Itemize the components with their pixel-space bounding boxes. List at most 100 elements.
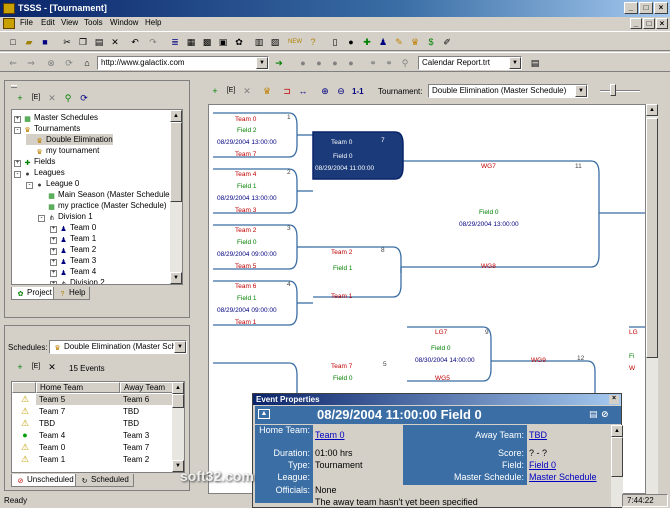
settings-icon[interactable]: ✿ — [232, 35, 246, 49]
g12-top[interactable]: WG9 — [531, 357, 546, 364]
record-icon[interactable]: ● — [296, 56, 310, 70]
cut-icon[interactable]: ✂ — [60, 35, 74, 49]
edit-e-icon[interactable]: [E] — [29, 91, 43, 105]
event-home-team[interactable]: Team 0 — [36, 442, 120, 453]
report-icon[interactable]: ▤ — [528, 56, 542, 70]
menu-edit[interactable]: Edit — [41, 18, 55, 27]
g11-top[interactable]: WG7 — [481, 163, 496, 170]
g7-bottom[interactable]: WG2 — [335, 181, 350, 188]
away-team-link[interactable]: TBD — [529, 430, 547, 440]
bracket-trophy-icon[interactable]: ♛ — [260, 84, 274, 98]
find-next-icon[interactable]: ⚭ — [382, 56, 396, 70]
paste-icon[interactable]: ▤ — [92, 35, 106, 49]
g11-bottom[interactable]: WG8 — [481, 263, 496, 270]
money-icon[interactable]: $ — [424, 35, 438, 49]
expand-toggle-icon[interactable]: + — [50, 248, 57, 255]
menu-window[interactable]: Window — [110, 18, 138, 27]
delete-icon[interactable]: ✕ — [108, 35, 122, 49]
open-icon[interactable]: ▰ — [22, 35, 36, 49]
url-dropdown-icon[interactable]: ▼ — [256, 57, 268, 69]
menu-help[interactable]: Help — [145, 18, 161, 27]
menu-view[interactable]: View — [61, 18, 78, 27]
doc-minimize-button[interactable]: _ — [630, 18, 642, 29]
g8-top[interactable]: Team 2 — [331, 249, 352, 256]
delete-event-icon[interactable]: ✕ — [45, 360, 59, 374]
search-icon[interactable]: ⚲ — [61, 91, 75, 105]
tab-help[interactable]: ? Help — [53, 287, 91, 300]
schedules-select[interactable]: ♛ Double Elimination (Master Sche ▼ — [49, 340, 187, 354]
tree-item[interactable]: + ♟ Team 1 — [50, 233, 96, 244]
event-home-team[interactable]: Team 1 — [36, 454, 120, 465]
event-away-team[interactable]: Team 2 — [120, 454, 174, 465]
tree-item[interactable]: + ♟ Team 4 — [50, 266, 96, 277]
circle4-icon[interactable]: ● — [344, 56, 358, 70]
remove-icon[interactable]: ✕ — [45, 91, 59, 105]
tree-scrollbar[interactable]: ▲ ▼ — [170, 110, 182, 284]
bracket-add-icon[interactable]: + — [208, 84, 222, 98]
tree-item[interactable]: - ● Leagues — [14, 167, 65, 178]
event-away-team[interactable]: Team 3 — [120, 430, 174, 441]
print-preview-icon[interactable]: ▨ — [268, 35, 282, 49]
grid-icon[interactable]: ▦ — [184, 35, 198, 49]
tab-unscheduled[interactable]: ⊘ Unscheduled — [11, 474, 79, 487]
expand-toggle-icon[interactable]: + — [50, 281, 57, 284]
zoom-out-icon[interactable]: ⊖ — [334, 84, 348, 98]
zoom-slider-track[interactable] — [600, 90, 640, 92]
dialog-cancel-icon[interactable]: ⊘ — [601, 409, 609, 420]
tree-item[interactable]: + ✚ Fields — [14, 156, 55, 167]
g2-top[interactable]: Team 4 — [235, 171, 256, 178]
column-header[interactable]: Home Team — [36, 382, 120, 393]
tree-item[interactable]: + ♟ Team 0 — [50, 222, 96, 233]
undo-icon[interactable]: ↶ — [128, 35, 142, 49]
bracket-scrollbar[interactable]: ▲ — [646, 104, 658, 494]
right-lg[interactable]: LG — [629, 329, 638, 336]
g2-bottom[interactable]: Team 3 — [235, 207, 256, 214]
find-icon[interactable]: ⚭ — [366, 56, 380, 70]
expand-toggle-icon[interactable]: - — [38, 215, 45, 222]
tournament-dropdown-icon[interactable]: ▼ — [575, 85, 587, 97]
event-away-team[interactable]: TBD — [120, 406, 174, 417]
add-event-icon[interactable]: + — [13, 360, 27, 374]
g5-top[interactable]: Team 7 — [331, 363, 352, 370]
tree-item[interactable]: - ♛ Tournaments — [14, 123, 80, 134]
edit-event-icon[interactable]: [E] — [29, 360, 43, 374]
zoom-slider-thumb[interactable] — [610, 84, 616, 96]
tree-item[interactable]: ♛ Double Elimination — [26, 134, 113, 145]
event-home-team[interactable]: Team 4 — [36, 430, 120, 441]
g7-top[interactable]: Team 0 — [331, 139, 352, 146]
menu-file[interactable]: File — [20, 18, 33, 27]
team-icon[interactable]: ♟ — [376, 35, 390, 49]
back-icon[interactable]: ⇐ — [6, 56, 20, 70]
expand-toggle-icon[interactable]: - — [14, 171, 21, 178]
trophy-icon[interactable]: ♛ — [408, 35, 422, 49]
tournament-select[interactable]: Double Elimination (Master Schedule) ▼ — [428, 84, 588, 98]
refresh-tree-icon[interactable]: ⟳ — [77, 91, 91, 105]
event-away-team[interactable]: Team 7 — [120, 442, 174, 453]
event-away-team[interactable]: Team 6 — [120, 394, 174, 405]
tree-item[interactable]: - ⋔ Division 1 — [38, 211, 93, 222]
tree-scroll-up-icon[interactable]: ▲ — [170, 110, 182, 122]
tree-scroll-down-icon[interactable]: ▼ — [170, 272, 182, 284]
g4-top[interactable]: Team 6 — [235, 283, 256, 290]
home-team-link[interactable]: Team 0 — [315, 430, 345, 440]
schedules-dropdown-icon[interactable]: ▼ — [174, 341, 186, 353]
list-icon[interactable]: ≣ — [168, 35, 182, 49]
new-badge-icon[interactable]: NEW — [288, 35, 302, 49]
expand-toggle-icon[interactable]: - — [14, 127, 21, 134]
tree-item[interactable]: ♛ my tournament — [26, 145, 99, 156]
event-home-team[interactable]: Team 7 — [36, 406, 120, 417]
tree-scroll-thumb[interactable] — [170, 122, 182, 202]
maximize-button[interactable]: □ — [639, 2, 653, 14]
doc-icon[interactable] — [3, 18, 15, 29]
whistle-icon[interactable]: ✎ — [392, 35, 406, 49]
right-w[interactable]: W — [629, 365, 635, 372]
menu-tools[interactable]: Tools — [84, 18, 103, 27]
g3-top[interactable]: Team 2 — [235, 227, 256, 234]
expand-toggle-icon[interactable]: + — [50, 270, 57, 277]
scroll-up-icon[interactable]: ▲ — [646, 104, 658, 116]
dialog-report-icon[interactable]: ▤ — [589, 409, 598, 420]
stop-icon[interactable]: ⊗ — [44, 56, 58, 70]
expand-toggle-icon[interactable]: + — [50, 237, 57, 244]
events-scroll-thumb[interactable] — [172, 394, 184, 408]
bracket-edit-icon[interactable]: [E] — [224, 84, 238, 98]
